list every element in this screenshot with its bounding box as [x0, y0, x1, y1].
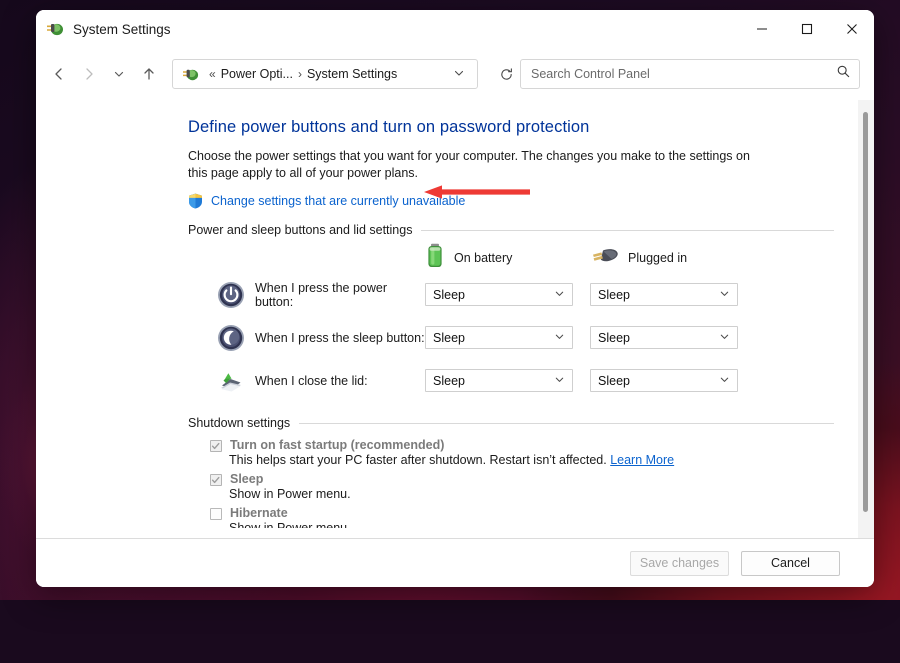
power-button-icon: [217, 281, 245, 309]
chevron-down-icon[interactable]: [447, 67, 471, 82]
title-bar: System Settings: [36, 10, 874, 48]
page-description: Choose the power settings that you want …: [188, 148, 770, 182]
chevron-down-icon: [719, 374, 733, 388]
forward-arrow-icon: [74, 59, 104, 89]
dropdown-value: Sleep: [598, 331, 719, 345]
minimize-icon[interactable]: [739, 10, 784, 48]
vertical-scrollbar[interactable]: [858, 100, 874, 538]
column-label-plugged-in: Plugged in: [628, 251, 687, 265]
setting-row-close-lid: When I close the lid: Sleep Sleep: [188, 359, 834, 402]
maximize-icon[interactable]: [784, 10, 829, 48]
battery-icon: [425, 243, 445, 274]
chevron-down-icon: [719, 331, 733, 345]
setting-label-close-lid: When I close the lid:: [255, 374, 425, 388]
column-label-on-battery: On battery: [454, 251, 512, 265]
power-plug-icon: [591, 246, 619, 271]
checkbox-sleep[interactable]: [210, 474, 222, 486]
sleep-button-icon: [217, 324, 245, 352]
column-plugged-in: Plugged in: [591, 246, 687, 271]
save-changes-button[interactable]: Save changes: [630, 551, 729, 576]
settings-inner: Define power buttons and turn on passwor…: [36, 118, 874, 528]
page-title: Define power buttons and turn on passwor…: [188, 118, 834, 137]
shield-icon: [188, 193, 203, 209]
search-icon[interactable]: [836, 64, 851, 84]
checkbox-row-sleep[interactable]: Sleep: [210, 472, 834, 486]
scrollbar-thumb[interactable]: [863, 112, 868, 512]
chevron-down-icon: [554, 288, 568, 302]
power-plug-icon: [182, 66, 199, 83]
dropdown-close-lid-on-battery[interactable]: Sleep: [425, 369, 573, 392]
fast-startup-help-text: This helps start your PC faster after sh…: [229, 453, 607, 467]
section-header-shutdown: Shutdown settings: [188, 416, 834, 430]
cancel-button[interactable]: Cancel: [741, 551, 840, 576]
dropdown-power-button-plugged-in[interactable]: Sleep: [590, 283, 738, 306]
dropdown-power-button-on-battery[interactable]: Sleep: [425, 283, 573, 306]
power-plug-icon: [46, 20, 64, 38]
chevron-down-icon: [719, 288, 733, 302]
shutdown-options-list: Turn on fast startup (recommended) This …: [188, 438, 834, 528]
settings-scroll-pane: Define power buttons and turn on passwor…: [36, 100, 874, 538]
address-bar[interactable]: « Power Opti... › System Settings: [172, 59, 478, 89]
checkbox-row-fast-startup[interactable]: Turn on fast startup (recommended): [210, 438, 834, 452]
section-header-buttons-lid: Power and sleep buttons and lid settings: [188, 223, 834, 237]
chevron-down-icon[interactable]: [104, 59, 134, 89]
up-arrow-icon[interactable]: [134, 59, 164, 89]
window-controls: [739, 10, 874, 48]
chevron-down-icon: [554, 374, 568, 388]
hibernate-help-text: Show in Power menu.: [229, 521, 834, 528]
checkbox-fast-startup[interactable]: [210, 440, 222, 452]
dropdown-value: Sleep: [598, 374, 719, 388]
laptop-lid-icon: [217, 367, 245, 395]
search-placeholder: Search Control Panel: [531, 67, 836, 81]
dropdown-value: Sleep: [433, 288, 554, 302]
checkbox-description-fast-startup: This helps start your PC faster after sh…: [229, 453, 834, 467]
dialog-footer: Save changes Cancel: [36, 538, 874, 587]
dropdown-close-lid-plugged-in[interactable]: Sleep: [590, 369, 738, 392]
section-title: Shutdown settings: [188, 416, 299, 430]
window-title: System Settings: [73, 22, 171, 37]
section-divider: [421, 230, 834, 231]
dropdown-sleep-button-plugged-in[interactable]: Sleep: [590, 326, 738, 349]
setting-label-power-button: When I press the power button:: [255, 281, 425, 309]
back-arrow-icon[interactable]: [44, 59, 74, 89]
system-settings-window: System Settings: [36, 10, 874, 587]
checkbox-description-sleep: Show in Power menu.: [229, 487, 834, 501]
dropdown-value: Sleep: [598, 288, 719, 302]
setting-row-sleep-button: When I press the sleep button: Sleep Sle…: [188, 316, 834, 359]
checkbox-hibernate[interactable]: [210, 508, 222, 520]
setting-label-sleep-button: When I press the sleep button:: [255, 331, 425, 345]
section-title: Power and sleep buttons and lid settings: [188, 223, 421, 237]
checkbox-label-fast-startup: Turn on fast startup (recommended): [230, 438, 444, 452]
dropdown-value: Sleep: [433, 374, 554, 388]
column-headers: On battery Plugged in: [188, 243, 834, 273]
chevron-down-icon: [554, 331, 568, 345]
navigation-toolbar: « Power Opti... › System Settings Search…: [36, 48, 874, 100]
close-icon[interactable]: [829, 10, 874, 48]
checkbox-description-hibernate: Show in Power menu.: [229, 521, 834, 528]
checkbox-row-hibernate[interactable]: Hibernate: [210, 506, 834, 520]
column-on-battery: On battery: [425, 243, 591, 274]
breadcrumb-power-options[interactable]: Power Opti...: [221, 67, 293, 81]
refresh-icon[interactable]: [492, 60, 520, 88]
dropdown-sleep-button-on-battery[interactable]: Sleep: [425, 326, 573, 349]
setting-row-power-button: When I press the power button: Sleep Sle…: [188, 273, 834, 316]
checkbox-label-hibernate: Hibernate: [230, 506, 288, 520]
checkbox-label-sleep: Sleep: [230, 472, 263, 486]
breadcrumb-overflow[interactable]: «: [209, 67, 216, 81]
dropdown-value: Sleep: [433, 331, 554, 345]
learn-more-link[interactable]: Learn More: [610, 453, 674, 467]
search-input[interactable]: Search Control Panel: [520, 59, 860, 89]
content-area: Define power buttons and turn on passwor…: [36, 100, 874, 538]
breadcrumb-separator: ›: [298, 67, 302, 81]
red-arrow-annotation: [424, 185, 530, 199]
section-divider: [299, 423, 834, 424]
breadcrumb-system-settings[interactable]: System Settings: [307, 67, 397, 81]
